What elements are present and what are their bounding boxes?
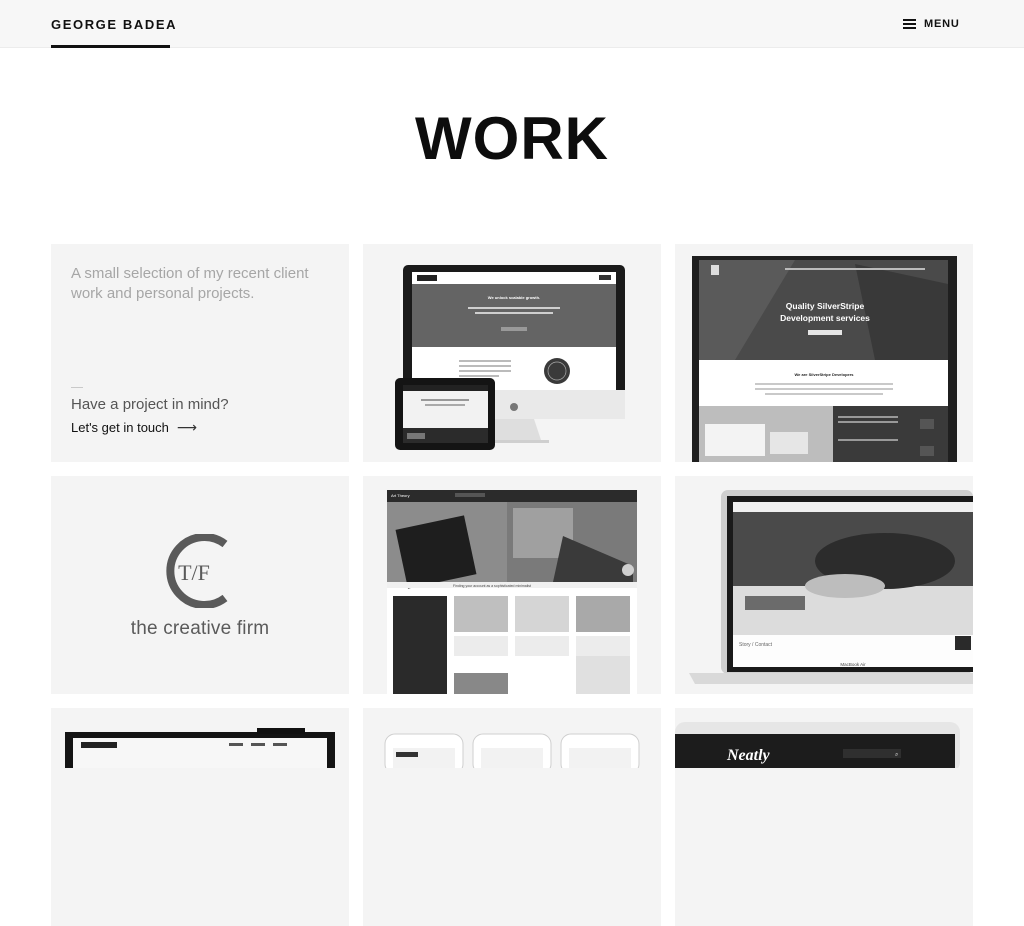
cta-question: Have a project in mind? — [71, 396, 229, 413]
laptop-brand: MacBook Air — [840, 662, 866, 667]
site-banner: Finding your account as a sophisticated … — [453, 584, 531, 588]
project-tile[interactable] — [363, 708, 661, 926]
intro-text: A small selection of my recent client wo… — [71, 265, 309, 302]
menu-button[interactable]: MENU — [903, 17, 960, 31]
contact-link-label[interactable]: Let's get in touch — [71, 420, 169, 435]
project-tile[interactable]: Quality SilverStripe Development service… — [675, 244, 973, 462]
project-tile[interactable]: We unlock scalable growth. — [363, 244, 661, 462]
project-tile[interactable]: T/F the creative firm — [51, 476, 349, 694]
project-name: the creative firm — [130, 618, 270, 639]
menu-label[interactable]: MENU — [924, 18, 960, 30]
divider — [71, 387, 83, 388]
page-title: WORK — [415, 105, 609, 172]
contact-link[interactable]: Let's get in touch ⟶ — [71, 419, 197, 436]
search-icon: ⌕ — [895, 751, 898, 758]
project-thumbnail[interactable] — [51, 708, 349, 768]
project-thumbnail[interactable] — [363, 708, 661, 768]
site-nav: Story / Contact — [739, 642, 773, 648]
project-tile[interactable] — [51, 708, 349, 926]
site-header: Art Theory — [391, 493, 410, 498]
project-thumbnail[interactable]: Quality SilverStripe Development service… — [675, 244, 973, 462]
project-thumbnail[interactable]: Art Theory Finding your account as a sop… — [363, 476, 661, 694]
svg-text:Quality SilverStripe: Quality SilverStripe — [786, 301, 865, 311]
project-tile[interactable]: Neatly ⌕ — [675, 708, 973, 926]
hamburger-icon[interactable] — [903, 19, 916, 29]
project-thumbnail[interactable]: Story / Contact MacBook Air — [675, 476, 973, 694]
section-caption: We are SilverStripe Developers — [794, 372, 854, 377]
brand-link[interactable]: GEORGE BADEA — [51, 17, 177, 32]
svg-text:Development services: Development services — [780, 313, 870, 323]
logo-letters: T/F — [178, 560, 210, 585]
intro-tile: A small selection of my recent client wo… — [51, 244, 349, 462]
creative-firm-logo: T/F — [166, 534, 228, 608]
project-tile[interactable]: Story / Contact MacBook Air — [675, 476, 973, 694]
project-tile[interactable]: Art Theory Finding your account as a sop… — [363, 476, 661, 694]
site-logo: Neatly — [726, 747, 771, 764]
arrow-right-icon[interactable]: ⟶ — [177, 419, 197, 436]
project-thumbnail[interactable]: We unlock scalable growth. — [363, 244, 661, 462]
project-thumbnail[interactable]: Neatly ⌕ — [675, 708, 973, 768]
slide-caption: We unlock scalable growth. — [488, 295, 540, 300]
brand-underline — [51, 45, 170, 48]
top-bar: GEORGE BADEA MENU — [0, 0, 1024, 48]
